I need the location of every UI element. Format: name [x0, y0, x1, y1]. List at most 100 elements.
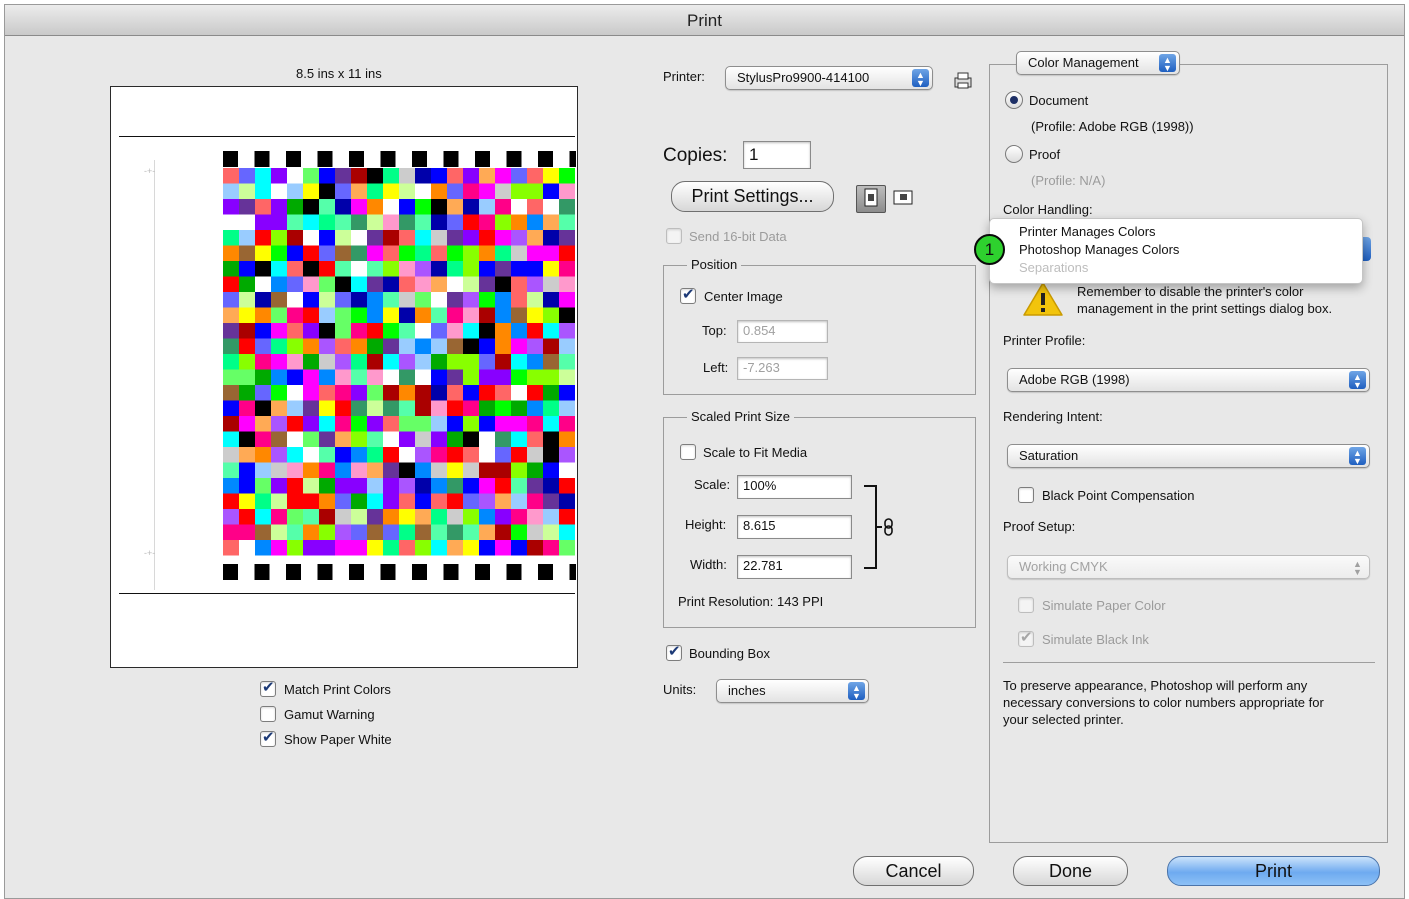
color-patch [271, 416, 287, 432]
registration-mark [254, 564, 270, 580]
printer-profile-popup[interactable]: Adobe RGB (1998) ▲ ▼ [1007, 368, 1370, 392]
color-patch [287, 540, 303, 556]
color-patch [223, 385, 239, 401]
color-patch [303, 199, 319, 215]
registration-mark [569, 564, 576, 580]
color-patch [495, 416, 511, 432]
rendering-intent-value: Saturation [1019, 448, 1079, 463]
updown-arrows-icon: ▲ ▼ [912, 69, 929, 88]
color-patch [303, 214, 319, 230]
color-patch [399, 509, 415, 525]
color-patch [559, 369, 575, 385]
cancel-button[interactable]: Cancel [853, 856, 974, 886]
color-patch [271, 493, 287, 509]
color-patch [447, 493, 463, 509]
registration-mark [506, 151, 522, 167]
bounding-box-checkbox[interactable] [666, 642, 682, 661]
color-patch [271, 245, 287, 261]
top-field[interactable]: 0.854 [737, 320, 828, 343]
color-patch [367, 183, 383, 199]
printer-popup-value: StylusPro9900-414100 [737, 70, 870, 85]
color-patch [479, 509, 495, 525]
scale-to-fit-checkbox[interactable] [680, 444, 696, 460]
color-patch [303, 400, 319, 416]
color-patch [415, 338, 431, 354]
color-patch [239, 462, 255, 478]
color-patch [431, 230, 447, 246]
color-patch [415, 276, 431, 292]
color-patch [287, 478, 303, 494]
color-patch [415, 230, 431, 246]
black-point-checkbox[interactable] [1018, 487, 1034, 503]
color-patch [303, 416, 319, 432]
section-popup[interactable]: Color Management ▲ ▼ [1016, 51, 1180, 75]
color-patch [399, 323, 415, 339]
color-patch [527, 323, 543, 339]
color-patch [431, 462, 447, 478]
scale-field[interactable]: 100% [737, 475, 852, 499]
color-patch [511, 354, 527, 370]
proof-setup-popup[interactable]: Working CMYK ▲ ▼ [1007, 555, 1370, 579]
menu-item-printer-manages[interactable]: Printer Manages Colors [1019, 224, 1156, 239]
color-patch [447, 245, 463, 261]
left-field[interactable]: -7.263 [737, 357, 828, 380]
height-field[interactable]: 8.615 [737, 515, 852, 539]
menu-item-photoshop-manages[interactable]: Photoshop Manages Colors [1019, 242, 1179, 257]
color-patch [255, 431, 271, 447]
rendering-intent-popup[interactable]: Saturation ▲ ▼ [1007, 444, 1370, 468]
color-patch [431, 168, 447, 184]
units-popup[interactable]: inches ▲ ▼ [716, 679, 869, 703]
color-patch [335, 183, 351, 199]
color-patch [543, 431, 559, 447]
printer-popup[interactable]: StylusPro9900-414100 ▲ ▼ [725, 66, 933, 90]
proof-radio[interactable] [1005, 145, 1023, 163]
color-patch [479, 261, 495, 277]
printer-setup-icon[interactable] [953, 70, 973, 90]
color-patch [495, 493, 511, 509]
center-image-checkbox[interactable] [680, 285, 696, 304]
document-radio[interactable] [1005, 91, 1023, 109]
color-patch [287, 168, 303, 184]
landscape-icon[interactable] [892, 188, 914, 208]
send-16-bit-checkbox[interactable] [666, 228, 682, 244]
color-patch [527, 338, 543, 354]
color-patch [255, 338, 271, 354]
color-patch [367, 354, 383, 370]
color-patch [495, 199, 511, 215]
color-patch [447, 400, 463, 416]
color-patch [431, 292, 447, 308]
gamut-warning-checkbox[interactable] [260, 706, 276, 722]
link-proportions-icon[interactable] [860, 484, 900, 570]
color-patch [271, 338, 287, 354]
show-paper-white-checkbox[interactable] [260, 728, 276, 747]
color-patch [287, 276, 303, 292]
color-patch [223, 478, 239, 494]
color-patch [383, 307, 399, 323]
color-patch [463, 369, 479, 385]
color-patch [367, 323, 383, 339]
color-patch [495, 524, 511, 540]
color-patch [495, 431, 511, 447]
color-patch [447, 230, 463, 246]
color-patch [511, 199, 527, 215]
copies-field[interactable]: 1 [743, 141, 811, 169]
color-patch [415, 307, 431, 323]
match-print-colors-checkbox[interactable] [260, 678, 276, 697]
done-button[interactable]: Done [1013, 856, 1128, 886]
width-field[interactable]: 22.781 [737, 555, 852, 579]
color-patch [223, 261, 239, 277]
print-settings-button[interactable]: Print Settings... [671, 181, 834, 212]
color-patch [335, 385, 351, 401]
color-patch [415, 509, 431, 525]
color-patch [335, 214, 351, 230]
simulate-ink-checkbox[interactable] [1018, 628, 1034, 647]
print-button[interactable]: Print [1167, 856, 1380, 886]
color-patch [431, 323, 447, 339]
color-patch [527, 168, 543, 184]
color-patch [303, 478, 319, 494]
simulate-paper-checkbox[interactable] [1018, 597, 1034, 613]
color-patch-image [223, 151, 576, 580]
color-patch [335, 447, 351, 463]
color-patch [495, 369, 511, 385]
color-patch [543, 462, 559, 478]
